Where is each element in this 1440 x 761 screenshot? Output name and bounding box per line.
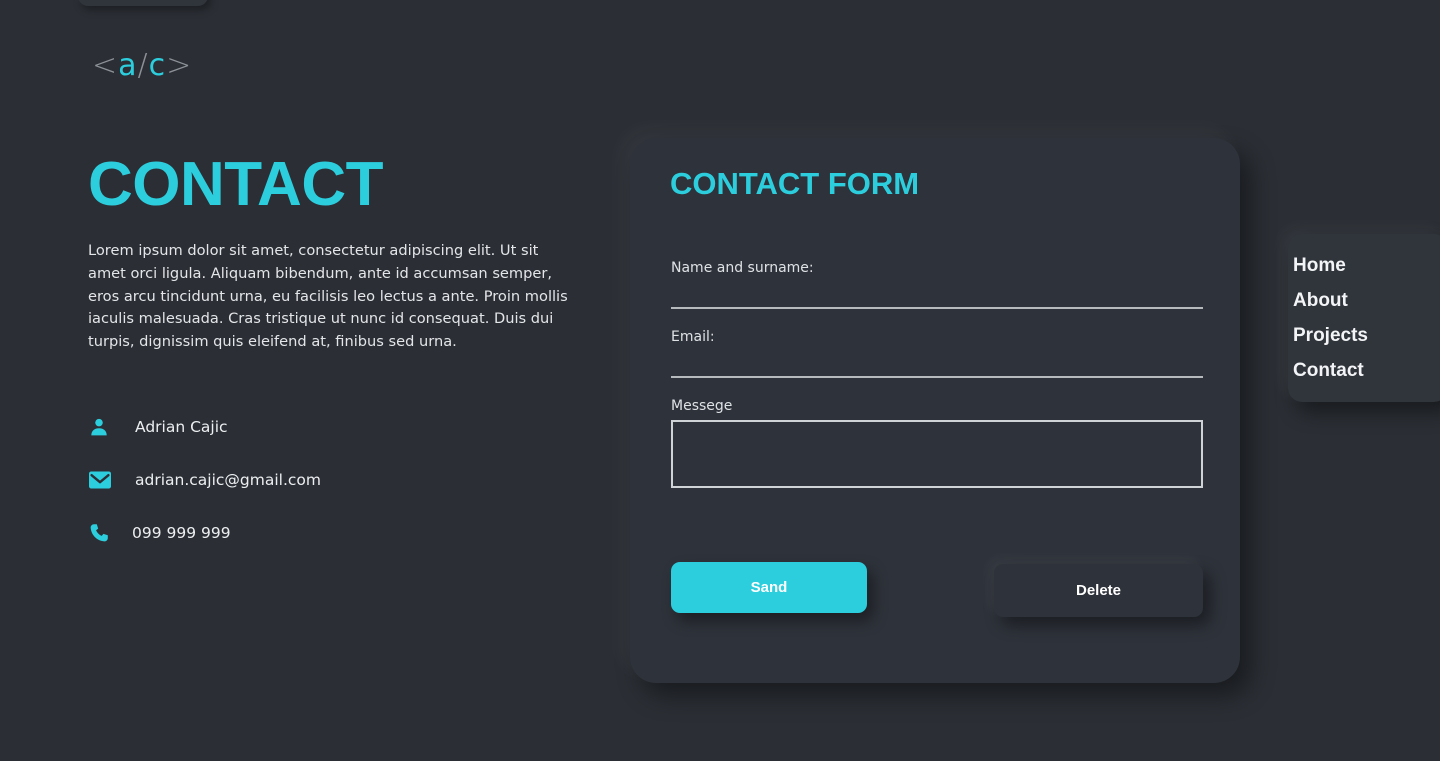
contact-intro-section: CONTACT Lorem ipsum dolor sit amet, cons…: [88, 148, 588, 354]
contact-email-value: adrian.cajic@gmail.com: [135, 471, 321, 489]
field-message: Messege: [671, 398, 1203, 488]
envelope-icon: [88, 470, 126, 490]
nav-item-contact[interactable]: Contact: [1288, 353, 1440, 388]
logo-close-bracket: >: [166, 48, 193, 83]
page-title: CONTACT: [88, 150, 383, 219]
intro-paragraph: Lorem ipsum dolor sit amet, consectetur …: [88, 242, 568, 351]
phone-icon: [88, 522, 126, 544]
email-input[interactable]: [671, 351, 1203, 378]
contact-row-email: adrian.cajic@gmail.com: [88, 458, 508, 502]
nav-item-about[interactable]: About: [1288, 283, 1440, 318]
label-name-and-surname: Name and surname:: [671, 260, 814, 276]
name-and-surname-input[interactable]: [671, 282, 1203, 309]
offscreen-panel-edge: [78, 0, 208, 6]
message-textarea[interactable]: [671, 420, 1203, 488]
logo-letter-c: c: [148, 48, 167, 83]
site-logo[interactable]: <a/c>: [92, 47, 192, 85]
send-button[interactable]: Sand: [671, 562, 867, 613]
delete-button[interactable]: Delete: [994, 564, 1203, 617]
field-email: Email:: [671, 329, 1203, 378]
label-email: Email:: [671, 329, 715, 345]
contact-form-card: CONTACT FORM Name and surname: Email: Me…: [630, 138, 1240, 683]
nav-item-home[interactable]: Home: [1288, 248, 1440, 283]
logo-letter-a: a: [118, 48, 138, 83]
contact-details-list: Adrian Cajic adrian.cajic@gmail.com 099 …: [88, 405, 508, 564]
contact-name-value: Adrian Cajic: [135, 418, 228, 436]
field-name-and-surname: Name and surname:: [671, 260, 1203, 309]
contact-row-name: Adrian Cajic: [88, 405, 508, 449]
contact-row-phone: 099 999 999: [88, 511, 508, 555]
label-message: Messege: [671, 398, 733, 414]
main-navigation: Home About Projects Contact: [1288, 234, 1440, 402]
logo-open-bracket: <: [92, 48, 119, 83]
logo-slash: /: [137, 48, 149, 83]
contact-phone-value: 099 999 999: [132, 524, 231, 542]
person-icon: [88, 416, 126, 438]
nav-item-projects[interactable]: Projects: [1288, 318, 1440, 353]
form-title: CONTACT FORM: [670, 166, 920, 201]
